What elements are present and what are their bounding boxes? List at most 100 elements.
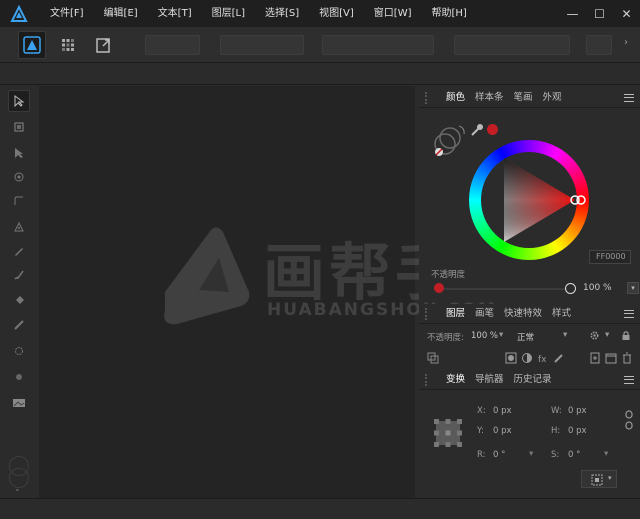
rotation-label: R: bbox=[477, 450, 486, 460]
layers-panel: 图层 画笔 快速特效 样式 不透明度: 100 % ▾ 正常 ▾ ▾ fx bbox=[419, 304, 640, 369]
toolbar-overflow-icon[interactable]: › bbox=[624, 37, 628, 48]
fill-stroke-selector[interactable] bbox=[431, 122, 469, 162]
opacity-slider-handle[interactable] bbox=[565, 283, 576, 294]
tab-layers[interactable]: 图层 bbox=[441, 304, 470, 324]
tab-effects[interactable]: 快速特效 bbox=[499, 304, 547, 324]
tab-appearance[interactable]: 外观 bbox=[538, 88, 567, 108]
document-canvas[interactable] bbox=[39, 86, 415, 498]
blend-mode-select[interactable]: 正常 bbox=[517, 331, 534, 343]
color-picker-icon[interactable] bbox=[469, 122, 485, 138]
brush-icon bbox=[14, 270, 24, 280]
tab-transform[interactable]: 变换 bbox=[441, 370, 470, 390]
node-tool[interactable] bbox=[8, 142, 30, 164]
panel-grip-icon[interactable] bbox=[425, 91, 435, 104]
designer-persona-button[interactable] bbox=[18, 31, 46, 59]
adjustment-layer-icon[interactable] bbox=[521, 352, 533, 364]
panel-menu-icon[interactable] bbox=[624, 309, 634, 318]
tab-brushes[interactable]: 画笔 bbox=[470, 304, 499, 324]
transform-origin-button[interactable]: ▾ bbox=[581, 470, 617, 488]
menu-help[interactable]: 帮助[H] bbox=[422, 0, 477, 27]
panel-grip-icon[interactable] bbox=[425, 307, 435, 320]
toolbar-group-5[interactable] bbox=[586, 35, 612, 55]
mask-layer-icon[interactable] bbox=[505, 352, 517, 364]
corner-tool[interactable] bbox=[8, 190, 30, 212]
tools-more-chevron-icon[interactable]: ⌄ bbox=[14, 484, 21, 493]
gear-chevron-icon[interactable]: ▾ bbox=[605, 330, 609, 340]
tab-navigator[interactable]: 导航器 bbox=[470, 370, 509, 390]
node-pointer-icon bbox=[15, 148, 23, 158]
designer-persona-icon bbox=[23, 36, 41, 54]
layer-opacity-value[interactable]: 100 % bbox=[471, 331, 498, 341]
layers-stack-icon[interactable] bbox=[427, 352, 439, 364]
toolbar-group-3[interactable] bbox=[322, 35, 434, 55]
menu-edit[interactable]: 编辑[E] bbox=[94, 0, 148, 27]
rotation-field[interactable]: 0 ° bbox=[493, 450, 505, 460]
crop-icon bbox=[16, 374, 22, 380]
toolbar-group-1[interactable] bbox=[145, 35, 200, 55]
gear-icon[interactable] bbox=[589, 330, 600, 341]
trash-icon[interactable] bbox=[621, 352, 633, 364]
pencil-tool[interactable] bbox=[8, 240, 30, 262]
point-transform-tool[interactable] bbox=[8, 166, 30, 188]
menu-layer[interactable]: 图层[L] bbox=[202, 0, 255, 27]
tab-color[interactable]: 颜色 bbox=[441, 88, 470, 108]
h-field[interactable]: 0 px bbox=[568, 426, 587, 436]
anchor-point-selector[interactable] bbox=[433, 418, 463, 448]
toolbar-group-4[interactable] bbox=[454, 35, 570, 55]
transparency-tool[interactable] bbox=[8, 314, 30, 336]
fx-icon[interactable]: fx bbox=[537, 352, 549, 364]
menu-select[interactable]: 选择[S] bbox=[255, 0, 309, 27]
vector-crop-tool[interactable] bbox=[8, 366, 30, 388]
transform-origin-chevron-icon[interactable]: ▾ bbox=[608, 474, 612, 482]
layers-actions-row: fx bbox=[419, 349, 640, 367]
brush-layer-icon[interactable] bbox=[553, 352, 565, 364]
menu-text[interactable]: 文本[T] bbox=[148, 0, 202, 27]
corner-icon bbox=[14, 196, 23, 205]
image-icon bbox=[13, 399, 25, 407]
rotation-chevron-icon[interactable]: ▾ bbox=[529, 449, 533, 459]
color-wheel[interactable] bbox=[469, 140, 589, 260]
current-color-swatch[interactable] bbox=[487, 124, 498, 135]
shear-field[interactable]: 0 ° bbox=[568, 450, 580, 460]
panel-grip-icon[interactable] bbox=[425, 373, 435, 386]
panel-menu-icon[interactable] bbox=[624, 375, 634, 384]
layer-opacity-chevron-icon[interactable]: ▾ bbox=[499, 330, 503, 340]
tab-swatches[interactable]: 样本条 bbox=[470, 88, 509, 108]
opacity-color-dot[interactable] bbox=[434, 283, 444, 293]
menu-view[interactable]: 视图[V] bbox=[309, 0, 364, 27]
opacity-slider[interactable]: 100 % ▾ bbox=[433, 282, 639, 296]
place-image-tool[interactable] bbox=[8, 392, 30, 414]
minimize-button[interactable]: — bbox=[559, 0, 586, 27]
tab-history[interactable]: 历史记录 bbox=[509, 370, 557, 390]
move-tool[interactable] bbox=[8, 90, 30, 112]
hex-input[interactable]: FF0000 bbox=[589, 250, 631, 264]
maximize-button[interactable]: ☐ bbox=[586, 0, 613, 27]
shear-chevron-icon[interactable]: ▾ bbox=[604, 449, 608, 459]
vector-brush-tool[interactable] bbox=[8, 264, 30, 286]
y-field[interactable]: 0 px bbox=[493, 426, 512, 436]
close-button[interactable]: ✕ bbox=[613, 0, 640, 27]
blend-mode-chevron-icon[interactable]: ▾ bbox=[563, 330, 567, 340]
shape-tool[interactable] bbox=[8, 340, 30, 362]
menu-window[interactable]: 窗口[W] bbox=[364, 0, 422, 27]
opacity-dropdown-chevron-icon[interactable]: ▾ bbox=[627, 282, 639, 294]
export-persona-button[interactable] bbox=[90, 31, 118, 59]
lock-icon[interactable] bbox=[621, 330, 631, 341]
tools-panel: ⌄ bbox=[0, 86, 38, 519]
panel-menu-icon[interactable] bbox=[624, 93, 634, 102]
saturation-triangle[interactable] bbox=[469, 140, 589, 260]
pen-tool[interactable] bbox=[8, 216, 30, 238]
artboard-icon bbox=[14, 122, 24, 132]
tab-stroke[interactable]: 笔画 bbox=[509, 88, 538, 108]
tab-styles[interactable]: 样式 bbox=[547, 304, 576, 324]
group-layer-icon[interactable] bbox=[605, 352, 617, 364]
x-field[interactable]: 0 px bbox=[493, 406, 512, 416]
toolbar-group-2[interactable] bbox=[220, 35, 304, 55]
menu-file[interactable]: 文件[F] bbox=[40, 0, 94, 27]
link-aspect-ratio-icon[interactable] bbox=[624, 410, 634, 430]
fill-tool[interactable] bbox=[8, 290, 30, 312]
artboard-tool[interactable] bbox=[8, 116, 30, 138]
pixel-persona-button[interactable] bbox=[54, 31, 82, 59]
w-field[interactable]: 0 px bbox=[568, 406, 587, 416]
add-layer-icon[interactable] bbox=[589, 352, 601, 364]
